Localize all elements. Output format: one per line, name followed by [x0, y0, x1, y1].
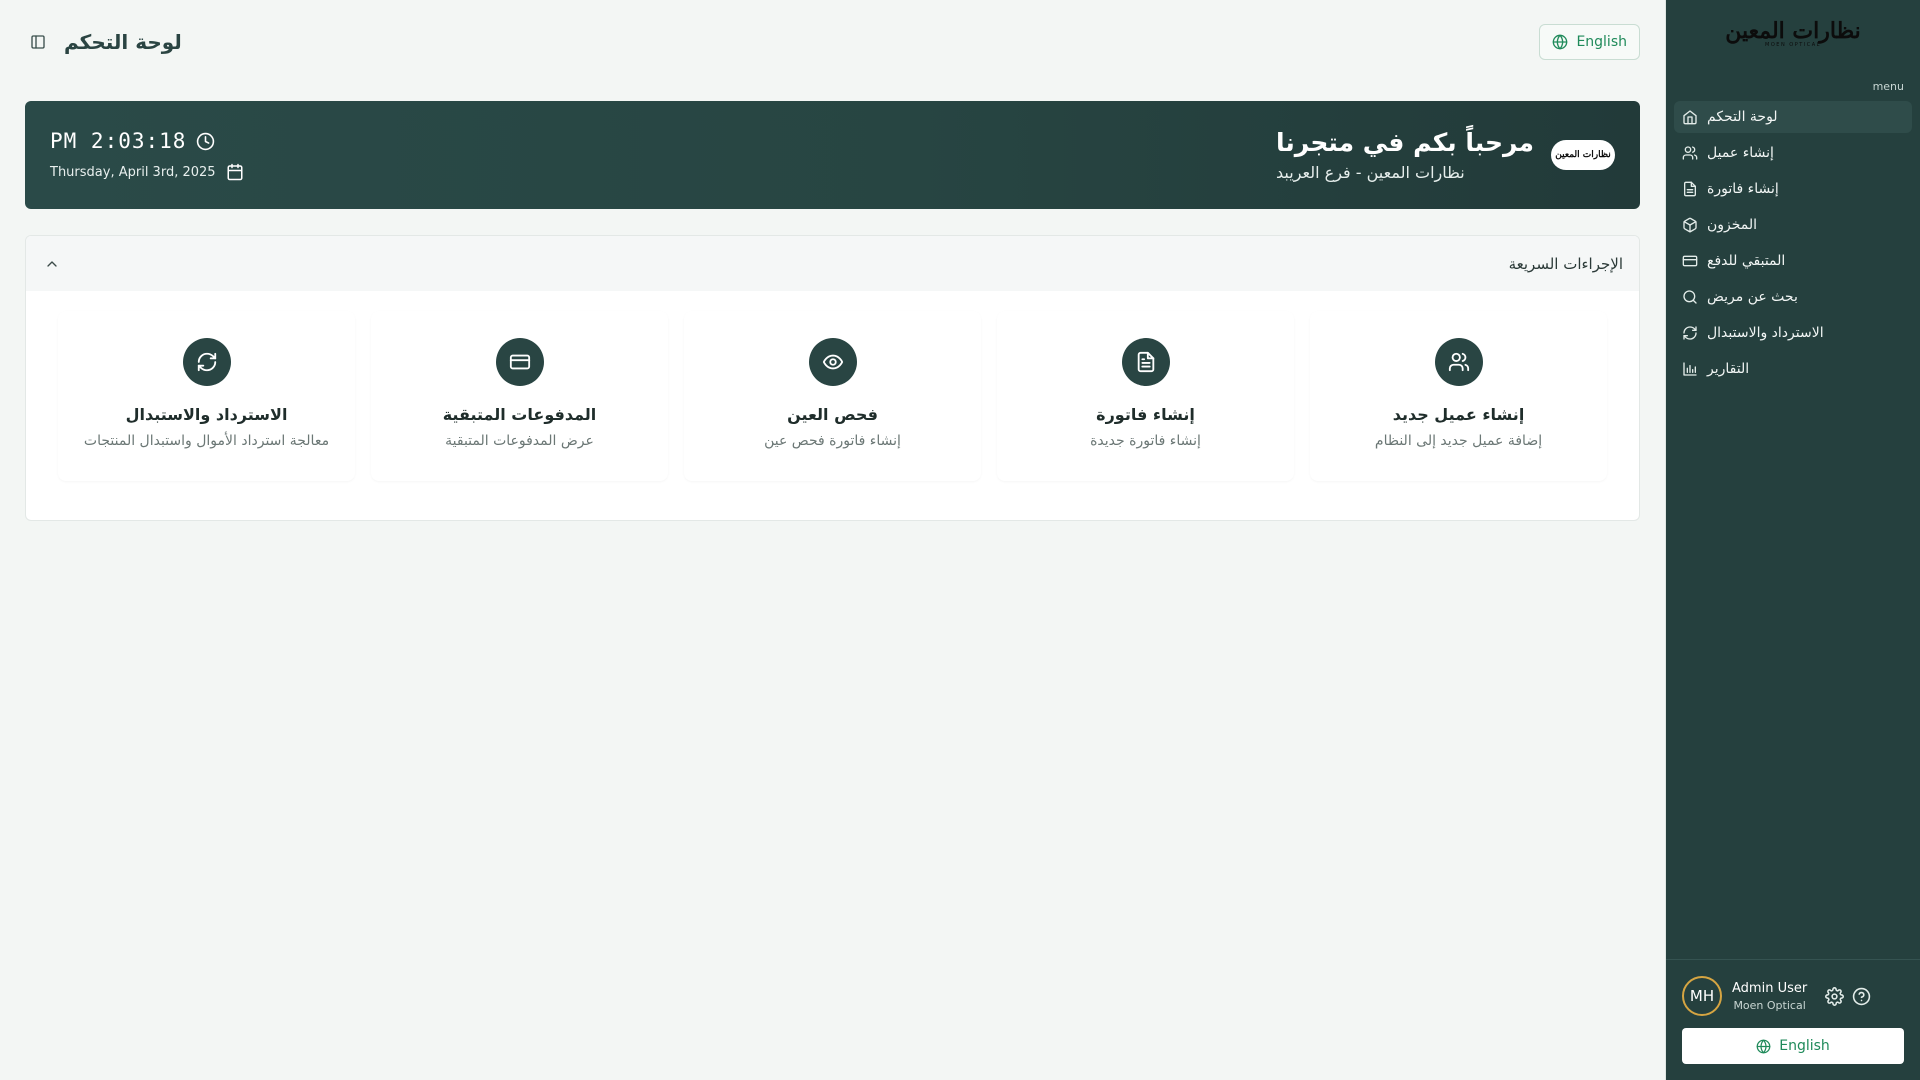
users-icon: [1434, 338, 1483, 386]
sidebar-item-label: الاسترداد والاستبدال: [1707, 325, 1824, 341]
brand-logo-text: نظارات المعين: [1725, 18, 1862, 44]
menu-caption: menu: [1872, 80, 1904, 93]
store-logo-text: نظارات المعين: [1555, 150, 1611, 160]
sidebar-footer: MH Admin User Moen Optical English: [1666, 959, 1920, 1080]
refresh-icon: [1682, 325, 1698, 341]
globe-icon: [1756, 1039, 1771, 1053]
sidebar-item-dashboard[interactable]: لوحة التحكم: [1674, 101, 1912, 133]
sidebar-item-reports[interactable]: التقارير: [1674, 353, 1912, 385]
date-row: Thursday, April 3rd, 2025: [50, 163, 244, 181]
language-toggle-button[interactable]: English: [1539, 24, 1640, 60]
store-logo: نظارات المعين: [1551, 140, 1615, 170]
quick-actions-title: الإجراءات السريعة: [1508, 254, 1623, 273]
quick-action-label: المدفوعات المتبقية: [442, 405, 597, 424]
eye-icon: [808, 338, 857, 386]
sidebar-item-inventory[interactable]: المخزون: [1674, 209, 1912, 241]
sidebar-item-label: إنشاء عميل: [1707, 145, 1774, 161]
store-branch-subtitle: نظارات المعين - فرع العريبد: [1276, 163, 1465, 182]
language-toggle-label: English: [1576, 34, 1627, 50]
quick-action-label: إنشاء فاتورة: [1096, 405, 1195, 424]
users-icon: [1682, 145, 1698, 161]
chevron-up-icon[interactable]: [44, 256, 60, 272]
user-organization: Moen Optical: [1733, 998, 1806, 1012]
quick-action-desc: معالجة استرداد الأموال واستبدال المنتجات: [83, 433, 330, 449]
refresh-icon: [182, 338, 231, 386]
clock-row: PM 2:03:18: [50, 129, 244, 153]
sidebar: نظارات المعين MOEN OPTICAL menu لوحة الت…: [1665, 0, 1920, 1080]
current-date: Thursday, April 3rd, 2025: [50, 164, 216, 180]
user-info: Admin User Moen Optical: [1732, 981, 1807, 1012]
globe-icon: [1553, 34, 1568, 50]
page-title: لوحة التحكم: [64, 30, 182, 54]
gear-icon[interactable]: [1825, 986, 1845, 1006]
main-content: لوحة التحكم English PM 2:03:18 Thursday,…: [0, 0, 1665, 1080]
brand-logo: نظارات المعين MOEN OPTICAL: [1725, 18, 1862, 48]
sidebar-item-label: إنشاء فاتورة: [1707, 181, 1779, 197]
quick-action-new-customer[interactable]: إنشاء عميل جديد إضافة عميل جديد إلى النظ…: [1310, 311, 1607, 481]
current-time: PM 2:03:18: [50, 129, 187, 153]
welcome-titles: مرحباً بكم في متجرنا نظارات المعين - فرع…: [1276, 128, 1534, 182]
quick-action-remaining-payments[interactable]: المدفوعات المتبقية عرض المدفوعات المتبقي…: [371, 311, 668, 481]
quick-action-refund-exchange[interactable]: الاسترداد والاستبدال معالجة استرداد الأم…: [58, 311, 355, 481]
credit-card-icon: [1682, 253, 1698, 269]
datetime-panel: PM 2:03:18 Thursday, April 3rd, 2025: [50, 129, 244, 181]
user-name: Admin User: [1732, 980, 1808, 996]
quick-action-create-invoice[interactable]: إنشاء فاتورة إنشاء فاتورة جديدة: [997, 311, 1294, 481]
bar-chart-icon: [1682, 361, 1698, 377]
sidebar-item-create-invoice[interactable]: إنشاء فاتورة: [1674, 173, 1912, 205]
quick-action-desc: إنشاء فاتورة جديدة: [1090, 433, 1201, 449]
sidebar-item-refund-exchange[interactable]: الاسترداد والاستبدال: [1674, 317, 1912, 349]
sidebar-logo[interactable]: نظارات المعين MOEN OPTICAL: [1666, 0, 1920, 62]
credit-card-icon: [495, 338, 544, 386]
sidebar-language-button[interactable]: English: [1682, 1028, 1904, 1064]
quick-action-desc: إضافة عميل جديد إلى النظام: [1374, 433, 1543, 449]
quick-actions-card: الإجراءات السريعة الاسترداد والاستبدال م…: [25, 235, 1640, 521]
welcome-banner: PM 2:03:18 Thursday, April 3rd, 2025 مرح…: [25, 101, 1640, 209]
quick-action-desc: عرض المدفوعات المتبقية: [445, 433, 594, 449]
welcome-title: مرحباً بكم في متجرنا: [1276, 128, 1534, 157]
sidebar-nav: لوحة التحكم إنشاء عميل إنشاء فاتورة المخ…: [1666, 101, 1920, 385]
sidebar-item-label: المخزون: [1707, 217, 1758, 233]
quick-action-desc: إنشاء فاتورة فحص عين: [764, 433, 901, 449]
file-text-icon: [1121, 338, 1170, 386]
sidebar-toggle-icon[interactable]: [30, 34, 46, 50]
sidebar-item-label: المتبقي للدفع: [1707, 253, 1786, 269]
quick-action-label: فحص العين: [787, 405, 878, 424]
footer-icon-group: [1825, 986, 1871, 1006]
quick-actions-header[interactable]: الإجراءات السريعة: [26, 236, 1639, 291]
help-circle-icon[interactable]: [1852, 987, 1871, 1006]
quick-actions-grid: الاسترداد والاستبدال معالجة استرداد الأم…: [26, 291, 1639, 481]
sidebar-item-label: التقارير: [1707, 361, 1750, 377]
top-bar: لوحة التحكم English: [0, 0, 1665, 84]
home-icon: [1682, 109, 1698, 125]
package-icon: [1682, 217, 1698, 233]
avatar[interactable]: MH: [1682, 976, 1722, 1016]
calendar-icon: [227, 163, 243, 181]
sidebar-item-create-customer[interactable]: إنشاء عميل: [1674, 137, 1912, 169]
sidebar-item-remaining-payment[interactable]: المتبقي للدفع: [1674, 245, 1912, 277]
welcome-text-group: مرحباً بكم في متجرنا نظارات المعين - فرع…: [1276, 128, 1615, 182]
top-bar-left: لوحة التحكم: [30, 30, 182, 54]
brand-logo-subtext: MOEN OPTICAL: [1765, 42, 1821, 48]
sidebar-item-label: بحث عن مريض: [1707, 289, 1798, 305]
sidebar-item-patient-search[interactable]: بحث عن مريض: [1674, 281, 1912, 313]
sidebar-item-label: لوحة التحكم: [1707, 109, 1778, 125]
clock-icon: [197, 132, 215, 150]
file-text-icon: [1682, 181, 1698, 197]
search-icon: [1682, 289, 1698, 305]
sidebar-language-label: English: [1779, 1038, 1830, 1054]
user-profile: MH Admin User Moen Optical: [1682, 976, 1904, 1016]
quick-action-label: إنشاء عميل جديد: [1392, 405, 1525, 424]
quick-action-eye-exam[interactable]: فحص العين إنشاء فاتورة فحص عين: [684, 311, 981, 481]
quick-action-label: الاسترداد والاستبدال: [125, 405, 288, 424]
